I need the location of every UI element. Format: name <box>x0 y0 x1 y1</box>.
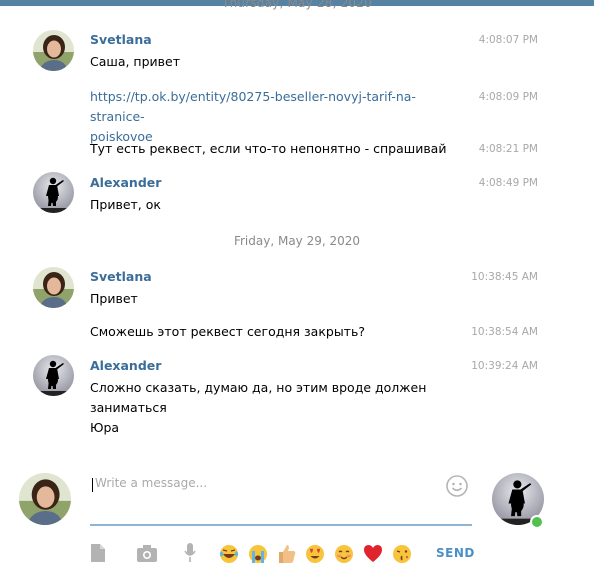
message-link[interactable]: https://tp.ok.by/entity/80275-beseller-n… <box>90 87 460 147</box>
text-caret <box>92 478 93 492</box>
message-text: Привет, ок <box>90 197 161 212</box>
message-time: 10:38:54 AM <box>471 326 538 338</box>
avatar-self[interactable] <box>19 473 71 525</box>
message-time: 10:38:45 AM <box>471 271 538 283</box>
document-icon[interactable] <box>89 542 107 566</box>
message-time: 4:08:09 PM <box>478 91 538 103</box>
message-text: Саша, привет <box>90 54 181 69</box>
message-time: 4:08:21 PM <box>478 143 538 155</box>
message-input[interactable]: Write a message... <box>90 470 472 526</box>
message-text: Привет <box>90 291 138 306</box>
date-separator: Friday, May 29, 2020 <box>233 234 361 248</box>
microphone-icon[interactable] <box>183 542 197 566</box>
message-link-line1[interactable]: https://tp.ok.by/entity/80275-beseller-n… <box>90 87 460 127</box>
message-time: 10:39:24 AM <box>471 360 538 372</box>
message-text: Тут есть реквест, если что-то непонятно … <box>90 141 447 156</box>
online-status-indicator <box>530 515 544 529</box>
avatar-alexander[interactable] <box>33 172 74 213</box>
emoji-heart-icon[interactable] <box>362 542 384 564</box>
emoji-heart-eyes-icon[interactable] <box>304 542 326 564</box>
date-separator-top: Thursday, May 28, 2020 <box>222 0 372 10</box>
camera-icon[interactable] <box>136 542 158 566</box>
message-time: 4:08:07 PM <box>478 34 538 46</box>
emoji-kiss-icon[interactable] <box>391 542 413 564</box>
send-button[interactable]: SEND <box>436 546 475 560</box>
author-name[interactable]: Svetlana <box>90 269 152 284</box>
message-text: Сможешь этот реквест сегодня закрыть? <box>90 324 365 339</box>
author-name[interactable]: Alexander <box>90 175 161 190</box>
message-text-line1: Сложно сказать, думаю да, но этим вроде … <box>90 380 427 415</box>
message-text: Сложно сказать, думаю да, но этим вроде … <box>90 378 470 438</box>
message-input-placeholder: Write a message... <box>95 476 208 490</box>
emoji-picker-icon[interactable] <box>445 474 469 498</box>
emoji-thumbs-up-icon[interactable] <box>275 542 297 564</box>
emoji-blush-icon[interactable] <box>333 542 355 564</box>
avatar-svetlana[interactable] <box>33 267 74 308</box>
author-name[interactable]: Alexander <box>90 358 161 373</box>
message-time: 4:08:49 PM <box>478 177 538 189</box>
author-name[interactable]: Svetlana <box>90 32 152 47</box>
emoji-joy-icon[interactable] <box>218 542 240 564</box>
avatar-alexander[interactable] <box>33 355 74 396</box>
message-text-line2: Юра <box>90 420 120 435</box>
avatar-svetlana[interactable] <box>33 30 74 71</box>
emoji-crying-icon[interactable] <box>247 542 269 564</box>
